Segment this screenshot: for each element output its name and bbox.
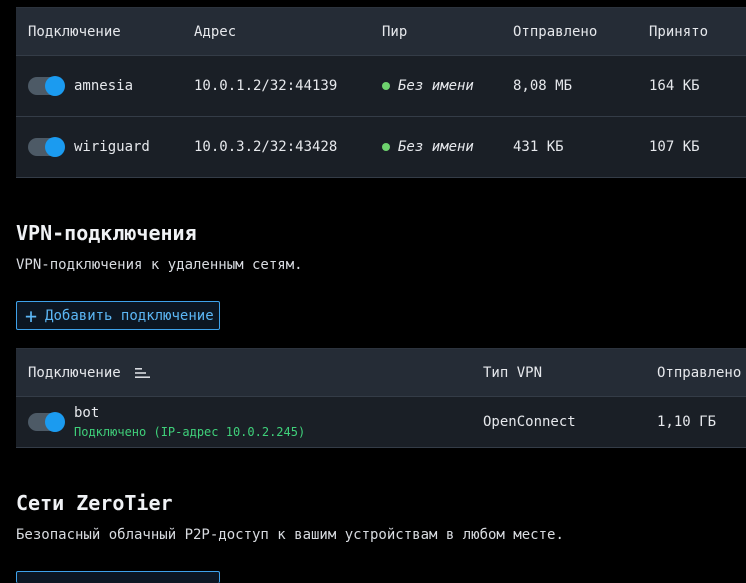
peer-cell: Без имени [382, 117, 474, 177]
status-dot-icon [382, 143, 390, 151]
connection-name: bot [74, 405, 100, 421]
section-title-zerotier: Сети ZeroTier [16, 491, 173, 515]
sent-cell: 1,10 ГБ [657, 414, 717, 430]
enable-toggle[interactable] [28, 76, 65, 96]
section-title-vpn: VPN-подключения [16, 221, 197, 245]
section-description-vpn: VPN-подключения к удаленным сетям. [16, 257, 303, 273]
toggle-knob [45, 412, 65, 432]
address-cell: 10.0.3.2/32:43428 [194, 139, 338, 155]
sent-cell: 8,08 МБ [513, 78, 573, 94]
add-connection-button[interactable]: + Добавить подключение [16, 301, 220, 330]
received-cell: 164 КБ [649, 78, 700, 94]
vpn-type-cell: OpenConnect [483, 414, 576, 430]
column-header-received[interactable]: Принято [649, 8, 708, 55]
table-row[interactable]: bot Подключено (IP-адрес 10.0.2.245) Ope… [16, 397, 746, 448]
received-cell: 107 КБ [649, 139, 700, 155]
sort-icon[interactable] [133, 366, 151, 380]
connection-status: Подключено (IP-адрес 10.0.2.245) [74, 425, 306, 439]
enable-toggle[interactable] [28, 137, 65, 157]
enable-toggle[interactable] [28, 412, 65, 432]
peer-cell: Без имени [382, 56, 474, 116]
table-row[interactable]: amnesia 10.0.1.2/32:44139 Без имени 8,08… [16, 56, 746, 117]
add-connection-label: Добавить подключение [45, 307, 214, 324]
sent-cell: 431 КБ [513, 139, 564, 155]
vpn-table: Подключение Тип VPN Отправлено bot Подкл… [16, 348, 746, 448]
connection-cell: wiriguard [28, 117, 150, 177]
zerotier-add-button-partial[interactable] [16, 571, 220, 583]
column-header-sent[interactable]: Отправлено [657, 349, 741, 396]
column-header-vpn-type[interactable]: Тип VPN [483, 349, 542, 396]
connection-name: wiriguard [74, 139, 150, 155]
table-row[interactable]: wiriguard 10.0.3.2/32:43428 Без имени 43… [16, 117, 746, 178]
section-description-zerotier: Безопасный облачный P2P-доступ к вашим у… [16, 527, 564, 543]
table-header: Подключение Адрес Пир Отправлено Принято [16, 8, 746, 56]
status-dot-icon [382, 82, 390, 90]
column-header-address[interactable]: Адрес [194, 8, 236, 55]
connection-cell: amnesia [28, 56, 133, 116]
column-header-label: Подключение [28, 364, 121, 381]
peer-name: Без имени [398, 78, 474, 94]
connection-info: bot Подключено (IP-адрес 10.0.2.245) [74, 405, 305, 439]
column-header-sent[interactable]: Отправлено [513, 8, 597, 55]
column-header-connection[interactable]: Подключение [28, 349, 151, 396]
column-header-peer[interactable]: Пир [382, 8, 407, 55]
toggle-knob [45, 137, 65, 157]
column-header-connection[interactable]: Подключение [28, 8, 121, 55]
peer-name: Без имени [398, 139, 474, 155]
connection-cell: bot Подключено (IP-адрес 10.0.2.245) [28, 397, 305, 447]
tunnels-table: Подключение Адрес Пир Отправлено Принято… [16, 7, 746, 178]
connection-name: amnesia [74, 78, 134, 94]
toggle-knob [45, 76, 65, 96]
plus-icon: + [25, 303, 38, 328]
table-header: Подключение Тип VPN Отправлено [16, 349, 746, 397]
address-cell: 10.0.1.2/32:44139 [194, 78, 338, 94]
